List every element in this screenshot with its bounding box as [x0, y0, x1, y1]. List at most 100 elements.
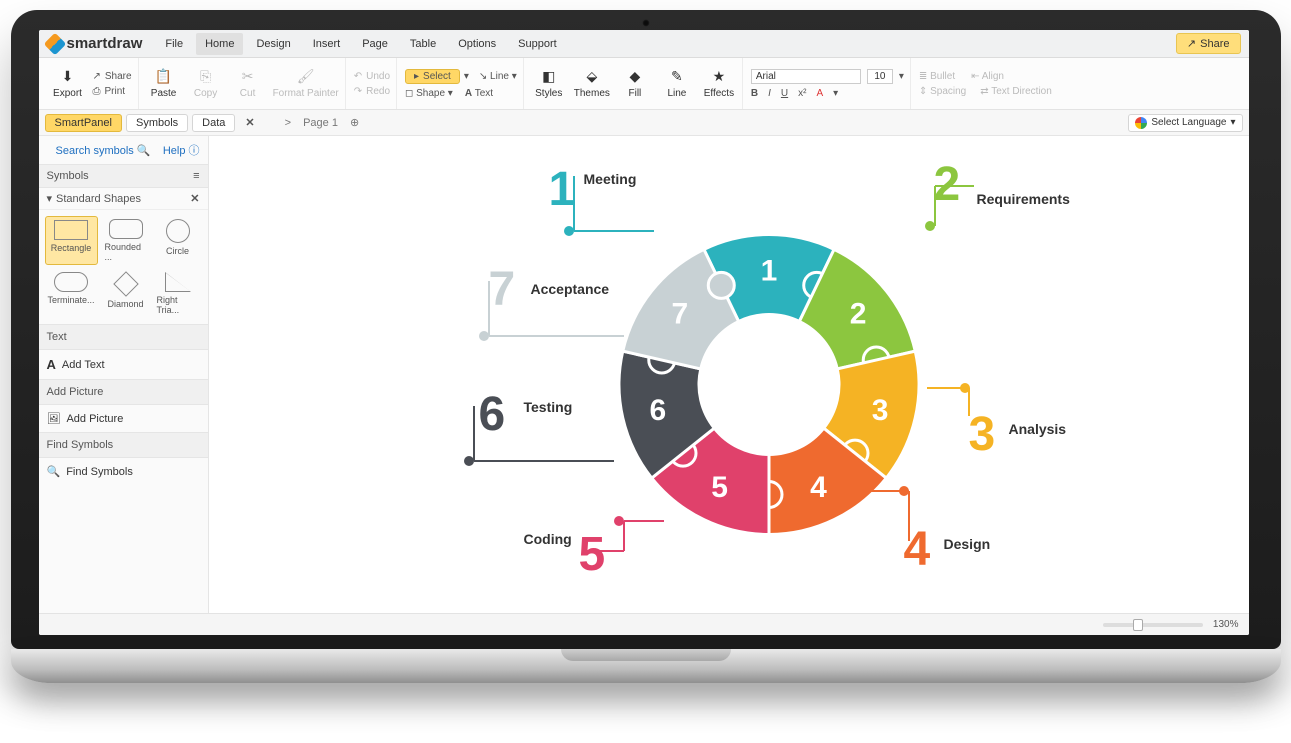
menu-icon: ≡ [193, 170, 199, 182]
brush-icon: 🖌 [297, 68, 315, 85]
cycle-diagram[interactable]: 12345671Meeting2Requirements3Analysis4De… [209, 136, 1249, 613]
line-tool[interactable]: ↘ Line ▾ [479, 71, 517, 82]
styles-button[interactable]: ◧Styles [532, 68, 566, 99]
menu-file[interactable]: File [156, 33, 192, 55]
underline-button[interactable]: U [781, 88, 788, 99]
select-tool[interactable]: ▸Select [405, 69, 460, 84]
share-icon: ↗ [93, 71, 101, 82]
status-bar: 130% [39, 613, 1249, 635]
fill-button[interactable]: ◆Fill [618, 68, 652, 99]
svg-text:5: 5 [711, 471, 728, 504]
shape-rectangle[interactable]: Rectangle [45, 216, 98, 265]
font-family-input[interactable] [751, 69, 861, 84]
zoom-slider[interactable] [1103, 623, 1203, 627]
export-button[interactable]: ⬇Export [51, 68, 85, 99]
menu-insert[interactable]: Insert [304, 33, 350, 55]
redo-button[interactable]: ↷ Redo [354, 86, 390, 97]
paste-button[interactable]: 📋Paste [147, 68, 181, 99]
callout-label-6: Testing [524, 399, 573, 415]
shape-right-triangle[interactable]: Right Tria... [154, 269, 202, 318]
shape-tool[interactable]: ◻ Shape ▾ [405, 88, 453, 99]
line-style-button[interactable]: ✎Line [660, 68, 694, 99]
font-size-dropdown[interactable]: ▾ [899, 71, 904, 82]
cut-button[interactable]: ✂Cut [231, 68, 265, 99]
callout-label-7: Acceptance [531, 281, 610, 297]
menu-support[interactable]: Support [509, 33, 566, 55]
text-tool[interactable]: A Text [465, 88, 493, 99]
canvas[interactable]: 12345671Meeting2Requirements3Analysis4De… [209, 136, 1249, 613]
app-name: smartdraw [67, 35, 143, 52]
shape-circle[interactable]: Circle [154, 216, 202, 265]
effects-button[interactable]: ★Effects [702, 68, 736, 99]
text-direction-button[interactable]: ⇄ Text Direction [980, 86, 1052, 97]
font-color-dropdown[interactable]: ▾ [833, 88, 838, 99]
bold-button[interactable]: B [751, 88, 758, 99]
add-picture-button[interactable]: 🖼Add Picture [39, 405, 208, 432]
svg-text:1: 1 [760, 255, 777, 288]
redo-icon: ↷ [354, 86, 362, 97]
add-text-button[interactable]: AAdd Text [39, 350, 208, 379]
themes-button[interactable]: ⬙Themes [574, 68, 610, 99]
search-symbols-link[interactable]: Search symbols 🔍 [56, 145, 151, 157]
menu-page[interactable]: Page [353, 33, 397, 55]
superscript-button[interactable]: x² [798, 88, 806, 99]
styles-icon: ◧ [542, 68, 555, 85]
font-size-input[interactable] [867, 69, 893, 84]
laptop-base [11, 649, 1281, 683]
align-button[interactable]: ⇤ Align [971, 71, 1004, 82]
share-button[interactable]: ↗ Share [1176, 33, 1241, 54]
sidebar-tab-smartpanel[interactable]: SmartPanel [45, 114, 122, 132]
symbols-header[interactable]: Symbols ≡ [39, 164, 208, 188]
callout-lead [968, 388, 970, 416]
zoom-value: 130% [1213, 619, 1239, 630]
line-icon: ✎ [671, 68, 683, 85]
google-icon [1135, 117, 1147, 129]
svg-text:2: 2 [849, 297, 866, 330]
laptop-frame: smartdraw File Home Design Insert Page T… [11, 10, 1281, 683]
undo-button[interactable]: ↶ Undo [354, 71, 390, 82]
format-painter-button[interactable]: 🖌Format Painter [273, 68, 339, 99]
font-color-button[interactable]: A [816, 88, 823, 99]
copy-button[interactable]: ⎘Copy [189, 68, 223, 99]
download-icon: ⬇ [62, 68, 74, 85]
picture-section: Add Picture [39, 379, 208, 405]
close-panel-button[interactable]: ✕ [241, 116, 258, 129]
logo-icon [43, 32, 66, 55]
zoom-thumb[interactable] [1133, 619, 1143, 631]
share-small-button[interactable]: ↗ Share [93, 71, 132, 82]
close-icon[interactable]: ✕ [190, 192, 199, 205]
find-symbols-button[interactable]: 🔍Find Symbols [39, 458, 208, 485]
callout-lead [908, 491, 910, 541]
share-label: Share [1200, 38, 1229, 50]
callout-label-5: Coding [524, 531, 572, 547]
add-page-button[interactable]: ⊕ [350, 116, 359, 129]
menu-home[interactable]: Home [196, 33, 243, 55]
menu-table[interactable]: Table [401, 33, 445, 55]
svg-text:6: 6 [649, 394, 666, 427]
select-dropdown[interactable]: ▾ [464, 71, 469, 82]
prev-page-button[interactable]: > [285, 117, 291, 129]
sidebar-tab-symbols[interactable]: Symbols [126, 114, 188, 132]
language-selector[interactable]: Select Language ▾ [1128, 114, 1242, 132]
page-tab[interactable]: Page 1 [303, 117, 338, 129]
sidebar-tab-data[interactable]: Data [192, 114, 235, 132]
ribbon: ⬇Export ↗ Share ⎙ Print 📋Paste ⎘Copy ✂Cu… [39, 58, 1249, 110]
shape-category[interactable]: ▾ Standard Shapes ✕ [39, 188, 208, 210]
print-button[interactable]: ⎙ Print [93, 86, 132, 97]
menu-options[interactable]: Options [449, 33, 505, 55]
app-logo[interactable]: smartdraw [47, 35, 143, 52]
italic-button[interactable]: I [768, 88, 771, 99]
callout-label-3: Analysis [1009, 421, 1067, 437]
bullet-button[interactable]: ≣ Bullet [919, 71, 955, 82]
tab-row: SmartPanel Symbols Data ✕ > Page 1 ⊕ Sel… [39, 110, 1249, 136]
callout-number-7: 7 [489, 266, 516, 314]
page[interactable]: 12345671Meeting2Requirements3Analysis4De… [209, 136, 1249, 613]
shape-diamond[interactable]: Diamond [102, 269, 150, 318]
help-link[interactable]: Help ⓘ [163, 145, 200, 157]
picture-icon: 🖼 [47, 412, 61, 425]
fill-icon: ◆ [630, 68, 641, 85]
menu-design[interactable]: Design [247, 33, 299, 55]
shape-terminator[interactable]: Terminate... [45, 269, 98, 318]
shape-rounded[interactable]: Rounded ... [102, 216, 150, 265]
spacing-button[interactable]: ⇕ Spacing [919, 86, 966, 97]
